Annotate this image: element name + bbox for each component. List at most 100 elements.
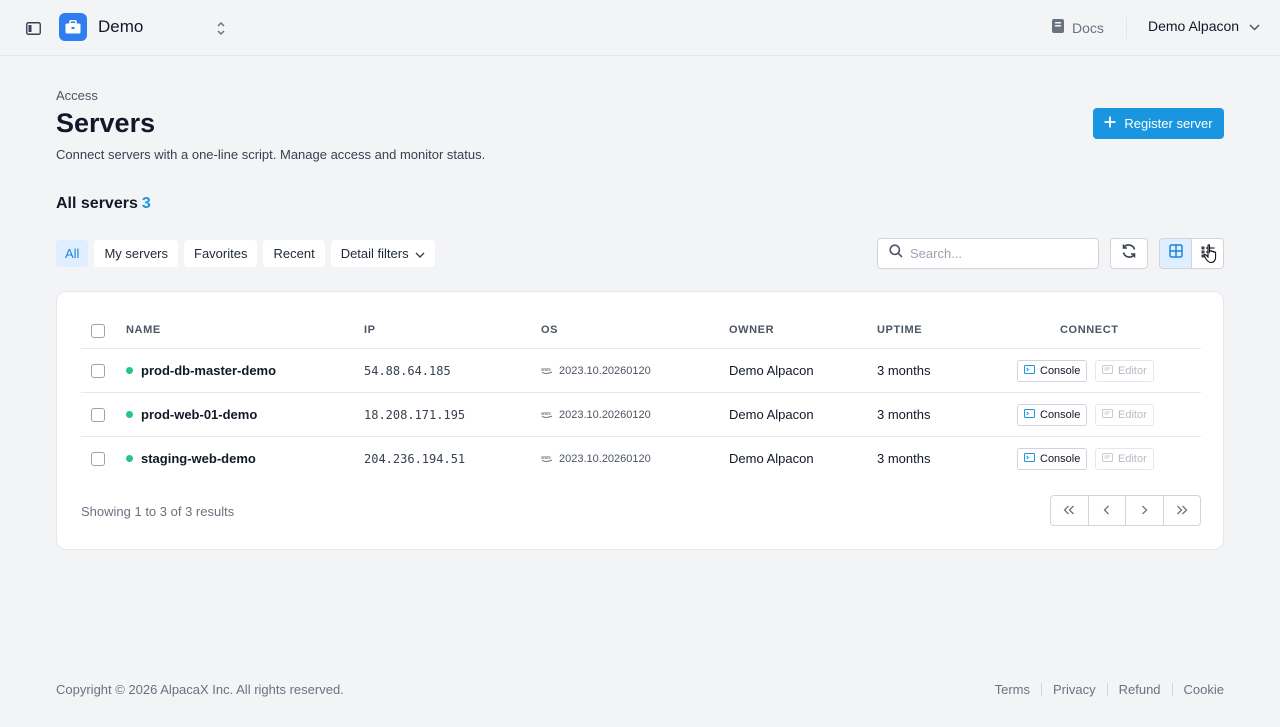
console-button[interactable]: Console: [1017, 448, 1088, 470]
footer-link-refund[interactable]: Refund: [1119, 682, 1161, 697]
table-row[interactable]: prod-db-master-demo 54.88.64.185 aws 202…: [81, 349, 1201, 393]
breadcrumb[interactable]: Access: [56, 88, 98, 103]
workspace-name[interactable]: Demo: [98, 17, 143, 37]
section-title: All servers 3: [56, 195, 151, 213]
page-subtitle: Connect servers with a one-line script. …: [56, 147, 486, 162]
server-name: staging-web-demo: [141, 451, 256, 466]
next-page-button[interactable]: [1126, 496, 1164, 525]
editor-button[interactable]: Editor: [1095, 404, 1154, 426]
console-button[interactable]: Console: [1017, 360, 1088, 382]
top-bar: Demo Docs Demo Alpacon: [0, 0, 1280, 56]
search-icon: [889, 244, 903, 263]
filter-my-servers[interactable]: My servers: [94, 240, 179, 267]
row-checkbox[interactable]: [91, 364, 105, 378]
editor-button[interactable]: Editor: [1095, 360, 1154, 382]
server-ip: 18.208.171.195: [364, 408, 466, 422]
briefcase-icon[interactable]: [59, 13, 87, 41]
server-owner: Demo Alpacon: [729, 451, 814, 466]
refresh-icon: [1121, 243, 1137, 264]
console-label: Console: [1040, 453, 1081, 465]
copyright-text: Copyright © 2026 AlpacaX Inc. All rights…: [56, 682, 344, 697]
svg-text:aws: aws: [541, 455, 551, 461]
svg-text:aws: aws: [541, 411, 551, 417]
footer-link-privacy[interactable]: Privacy: [1053, 682, 1096, 697]
topbar-divider: [1126, 17, 1127, 39]
select-all-checkbox[interactable]: [91, 324, 105, 338]
filter-all[interactable]: All: [56, 240, 89, 267]
docs-link[interactable]: Docs: [1051, 18, 1104, 37]
first-page-button[interactable]: [1051, 496, 1089, 525]
hand-cursor-icon: [1203, 244, 1219, 269]
servers-table-card: NAME IP OS OWNER UPTIME CONNECT prod-db-…: [56, 291, 1224, 550]
chevrons-left-icon: [1063, 502, 1075, 520]
server-name: prod-web-01-demo: [141, 407, 258, 422]
server-owner: Demo Alpacon: [729, 363, 814, 378]
server-os-cell: aws 2023.10.20260120: [541, 409, 651, 421]
server-uptime: 3 months: [877, 451, 931, 466]
status-online-dot: [126, 411, 133, 418]
column-header-uptime[interactable]: UPTIME: [877, 324, 922, 336]
filter-recent[interactable]: Recent: [263, 240, 325, 267]
server-ip: 204.236.194.51: [364, 452, 466, 466]
terminal-icon: [1024, 365, 1035, 377]
console-button[interactable]: Console: [1017, 404, 1088, 426]
console-label: Console: [1040, 365, 1081, 377]
server-ip: 54.88.64.185: [364, 364, 451, 378]
row-checkbox[interactable]: [91, 408, 105, 422]
filter-favorites[interactable]: Favorites: [184, 240, 258, 267]
chevron-right-icon: [1141, 502, 1148, 520]
server-os-version: 2023.10.20260120: [559, 409, 651, 421]
server-os-cell: aws 2023.10.20260120: [541, 365, 651, 377]
footer-link-terms[interactable]: Terms: [995, 682, 1030, 697]
sidebar-toggle-icon[interactable]: [24, 19, 42, 37]
editor-label: Editor: [1118, 409, 1147, 421]
editor-button[interactable]: Editor: [1095, 448, 1154, 470]
chevron-down-icon: [1249, 18, 1260, 34]
previous-page-button[interactable]: [1089, 496, 1126, 525]
status-online-dot: [126, 367, 133, 374]
server-os-cell: aws 2023.10.20260120: [541, 453, 651, 465]
column-header-name[interactable]: NAME: [126, 324, 161, 336]
chevron-down-icon: [415, 246, 425, 261]
pagination: [1050, 495, 1201, 526]
search-input[interactable]: [910, 246, 1090, 261]
server-uptime: 3 months: [877, 363, 931, 378]
server-name-cell[interactable]: staging-web-demo: [126, 451, 256, 466]
results-summary: Showing 1 to 3 of 3 results: [81, 504, 235, 519]
server-count-badge: 3: [141, 195, 151, 212]
chevrons-right-icon: [1176, 502, 1188, 520]
svg-text:aws: aws: [541, 367, 551, 373]
plus-icon: [1104, 116, 1116, 131]
row-checkbox[interactable]: [91, 452, 105, 466]
editor-icon: [1102, 365, 1113, 377]
column-header-os[interactable]: OS: [541, 324, 558, 336]
terminal-icon: [1024, 453, 1035, 465]
table-header: NAME IP OS OWNER UPTIME CONNECT: [81, 316, 1201, 349]
grid-view-button[interactable]: [1160, 239, 1192, 268]
server-name-cell[interactable]: prod-web-01-demo: [126, 407, 257, 422]
table-row[interactable]: staging-web-demo 204.236.194.51 aws 2023…: [81, 437, 1201, 481]
search-box: [877, 238, 1099, 269]
aws-icon: aws: [541, 453, 553, 465]
footer-links: Terms Privacy Refund Cookie: [995, 682, 1224, 697]
workspace-switch-icon[interactable]: [214, 19, 228, 37]
last-page-button[interactable]: [1164, 496, 1201, 525]
server-name: prod-db-master-demo: [141, 363, 277, 378]
register-server-button[interactable]: Register server: [1093, 108, 1224, 139]
console-label: Console: [1040, 409, 1081, 421]
server-os-version: 2023.10.20260120: [559, 365, 651, 377]
register-server-label: Register server: [1124, 116, 1213, 131]
server-os-version: 2023.10.20260120: [559, 453, 651, 465]
footer-divider: [1040, 683, 1042, 696]
column-header-ip[interactable]: IP: [364, 324, 376, 336]
server-name-cell[interactable]: prod-db-master-demo: [126, 363, 276, 378]
column-header-owner[interactable]: OWNER: [729, 324, 774, 336]
section-title-label: All servers: [56, 195, 138, 212]
user-menu[interactable]: Demo Alpacon: [1148, 18, 1260, 34]
column-header-connect: CONNECT: [1060, 324, 1119, 336]
detail-filters-dropdown[interactable]: Detail filters: [330, 240, 435, 267]
table-row[interactable]: prod-web-01-demo 18.208.171.195 aws 2023…: [81, 393, 1201, 437]
status-online-dot: [126, 455, 133, 462]
refresh-button[interactable]: [1110, 238, 1148, 269]
footer-link-cookie[interactable]: Cookie: [1184, 682, 1224, 697]
